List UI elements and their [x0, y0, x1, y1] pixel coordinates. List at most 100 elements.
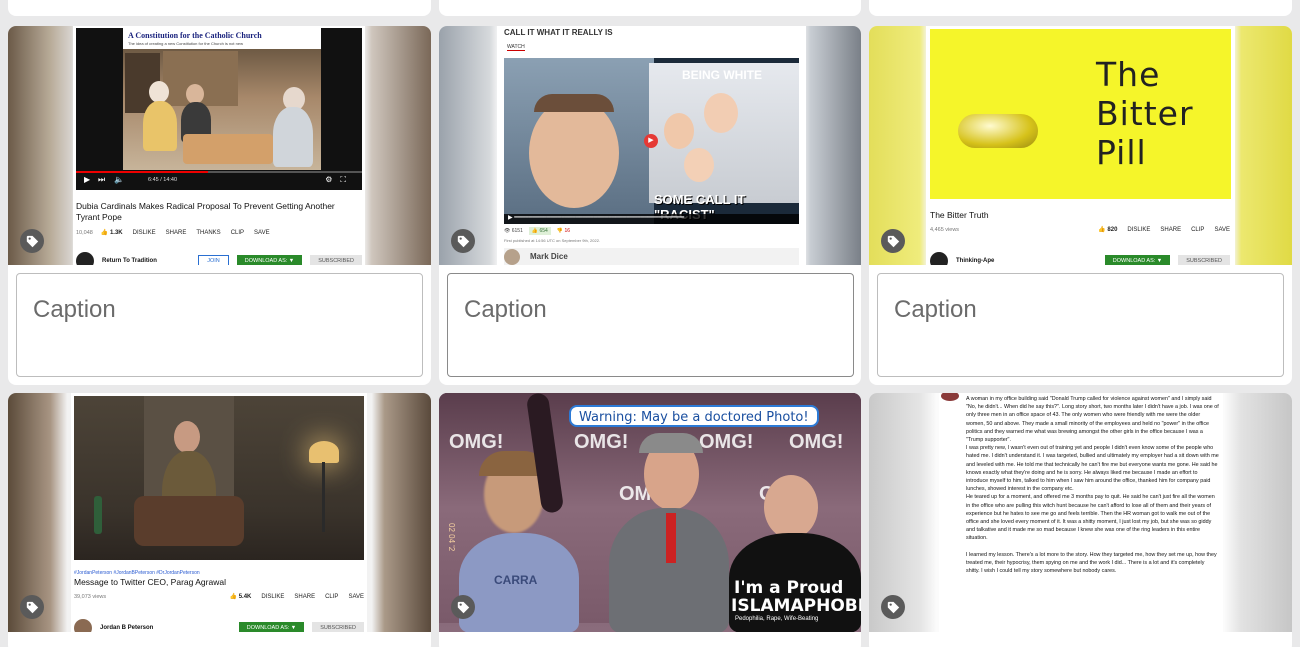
- avatar: [941, 393, 959, 401]
- dislike-button[interactable]: DISLIKE: [133, 230, 156, 236]
- view-count: 10,048: [76, 229, 93, 236]
- avatar: [76, 252, 94, 265]
- youtube-screenshot: #JordanPeterson #JordanBPeterson #DrJord…: [71, 393, 367, 632]
- subscribed-button[interactable]: SUBSCRIBED: [310, 255, 362, 265]
- shirt-text-line2: ISLAMAPHOBE: [731, 596, 861, 616]
- caption-placeholder: Caption: [894, 296, 977, 323]
- player-controls-icon[interactable]: ⚙⛶: [325, 175, 354, 185]
- share-button[interactable]: SHARE: [166, 230, 187, 236]
- warning-banner: Warning: May be a doctored Photo!: [569, 405, 819, 427]
- card-thumbnail[interactable]: #JordanPeterson #JordanBPeterson #DrJord…: [8, 393, 431, 632]
- slide-subtitle: The idea of creating a new Constitution …: [128, 41, 243, 46]
- share-button[interactable]: SHARE: [1160, 227, 1181, 233]
- play-icon[interactable]: ▶: [84, 175, 90, 184]
- post-paragraph: I learned my lesson. There's a lot more …: [966, 551, 1217, 575]
- dislike-button[interactable]: DISLIKE: [1127, 227, 1150, 233]
- channel-name: Return To Tradition: [102, 258, 157, 264]
- hashtags[interactable]: #JordanPeterson #JordanBPeterson #DrJord…: [74, 570, 200, 576]
- channel-name: Mark Dice: [530, 252, 568, 261]
- like-button[interactable]: 👍 820: [1098, 226, 1117, 233]
- video-title: Message to Twitter CEO, Parag Agrawal: [74, 577, 226, 587]
- download-button[interactable]: DOWNLOAD AS: ▼: [236, 255, 303, 265]
- omg-watermark: OMG!: [449, 431, 504, 453]
- shirt-text-line3: Pedophilia, Rape, Wife-Beating: [735, 616, 819, 622]
- subscribed-button[interactable]: SUBSCRIBED: [1178, 255, 1230, 265]
- overlay-text-top: BEING WHITE: [682, 68, 762, 82]
- tag-icon[interactable]: [20, 229, 44, 253]
- omg-watermark: OMG!: [574, 431, 629, 453]
- time-display: 6:45 / 14:40: [148, 177, 178, 183]
- tag-icon[interactable]: [451, 595, 475, 619]
- image-card: A woman in my office building said "Dona…: [869, 393, 1292, 647]
- clip-button[interactable]: CLIP: [1191, 227, 1204, 233]
- clip-button[interactable]: CLIP: [325, 594, 338, 600]
- card-stub: [439, 0, 861, 16]
- photo: OMG! OMG! OMG! OMG! OMG! OMG! CARRA: [439, 393, 861, 632]
- video-thumbnail: The Bitter Pill: [930, 29, 1231, 199]
- omg-watermark: OMG!: [699, 431, 754, 453]
- image-card: The Bitter Pill The Bitter Truth 4,465 v…: [869, 26, 1292, 385]
- post-paragraph: He teared up for a moment, and offered m…: [966, 494, 1215, 542]
- card-thumbnail[interactable]: A Constitution for the Catholic Church T…: [8, 26, 431, 265]
- share-button[interactable]: SHARE: [294, 594, 315, 600]
- save-button[interactable]: SAVE: [1214, 227, 1230, 233]
- video-heading: CALL IT WHAT IT REALLY IS: [504, 28, 613, 37]
- video-title: Dubia Cardinals Makes Radical Proposal T…: [76, 201, 335, 222]
- bitchute-screenshot: CALL IT WHAT IT REALLY IS WATCH BEING WH…: [497, 26, 806, 265]
- like-button[interactable]: 👍 654: [528, 227, 551, 235]
- dislike-button[interactable]: DISLIKE: [261, 594, 284, 600]
- video-player: A Constitution for the Catholic Church T…: [76, 28, 362, 190]
- player-controls[interactable]: ▶ ━━━━━━━━━━━━━━━━━━━━━━━━━━━━━━━━━━━━━━…: [504, 214, 799, 224]
- save-button[interactable]: SAVE: [254, 230, 270, 236]
- card-thumbnail[interactable]: OMG! OMG! OMG! OMG! OMG! OMG! CARRA: [439, 393, 861, 632]
- dislike-button[interactable]: 👎 16: [557, 228, 570, 234]
- video-player: BEING WHITE SOME CALL IT "RACIST" ▶ ▶ ━━…: [504, 58, 799, 224]
- card-thumbnail[interactable]: CALL IT WHAT IT REALLY IS WATCH BEING WH…: [439, 26, 861, 265]
- caption-input[interactable]: Caption: [447, 273, 854, 377]
- tag-icon[interactable]: [881, 595, 905, 619]
- thanks-button[interactable]: THANKS: [196, 230, 220, 236]
- post-paragraph: A woman in my office building said "Dona…: [966, 396, 1219, 444]
- book-title: The Bitter Pill: [1096, 55, 1194, 172]
- view-count: 39,073 views: [74, 593, 107, 600]
- next-icon[interactable]: ⏭: [98, 175, 105, 185]
- like-button[interactable]: 👍 1.3K: [101, 229, 123, 236]
- card-thumbnail[interactable]: A woman in my office building said "Dona…: [869, 393, 1292, 632]
- tag-icon[interactable]: [451, 229, 475, 253]
- published-date: First published at 14:56 UTC on Septembe…: [504, 238, 601, 243]
- tag-icon[interactable]: [20, 595, 44, 619]
- image-card: OMG! OMG! OMG! OMG! OMG! OMG! CARRA: [439, 393, 861, 647]
- avatar: [930, 252, 948, 265]
- channel-name: Thinking-Ape: [956, 258, 995, 264]
- video-player: [74, 396, 364, 560]
- channel-name: Jordan B Peterson: [100, 625, 154, 631]
- avatar: [504, 248, 520, 265]
- image-grid: A Constitution for the Catholic Church T…: [0, 0, 1300, 647]
- download-button[interactable]: DOWNLOAD AS: ▼: [238, 622, 305, 632]
- image-card: #JordanPeterson #JordanBPeterson #DrJord…: [8, 393, 431, 647]
- view-count: 👁 6151: [504, 228, 523, 234]
- clip-button[interactable]: CLIP: [231, 230, 244, 236]
- post-paragraph: I was pretty new, I wasn't even out of t…: [966, 445, 1219, 493]
- save-button[interactable]: SAVE: [348, 594, 364, 600]
- card-stub: [8, 0, 431, 16]
- subscribed-button[interactable]: SUBSCRIBED: [312, 622, 364, 632]
- card-thumbnail[interactable]: The Bitter Pill The Bitter Truth 4,465 v…: [869, 26, 1292, 265]
- join-button[interactable]: JOIN: [198, 255, 229, 265]
- card-stub: [869, 0, 1292, 16]
- shirt-text-line1: I'm a Proud: [734, 578, 844, 598]
- tag-icon[interactable]: [881, 229, 905, 253]
- caption-input[interactable]: Caption: [16, 273, 423, 377]
- caption-placeholder: Caption: [464, 296, 547, 323]
- video-title: The Bitter Truth: [930, 210, 989, 220]
- caption-input[interactable]: Caption: [877, 273, 1284, 377]
- image-card: CALL IT WHAT IT REALLY IS WATCH BEING WH…: [439, 26, 861, 385]
- download-button[interactable]: DOWNLOAD AS: ▼: [1104, 255, 1171, 265]
- like-button[interactable]: 👍 5.4K: [230, 593, 252, 600]
- view-count: 4,465 views: [930, 226, 960, 233]
- volume-icon[interactable]: 🔈: [114, 175, 124, 184]
- caption-placeholder: Caption: [33, 296, 116, 323]
- avatar: [74, 619, 92, 632]
- play-icon[interactable]: ▶: [644, 134, 658, 148]
- watch-tab[interactable]: WATCH: [507, 44, 525, 51]
